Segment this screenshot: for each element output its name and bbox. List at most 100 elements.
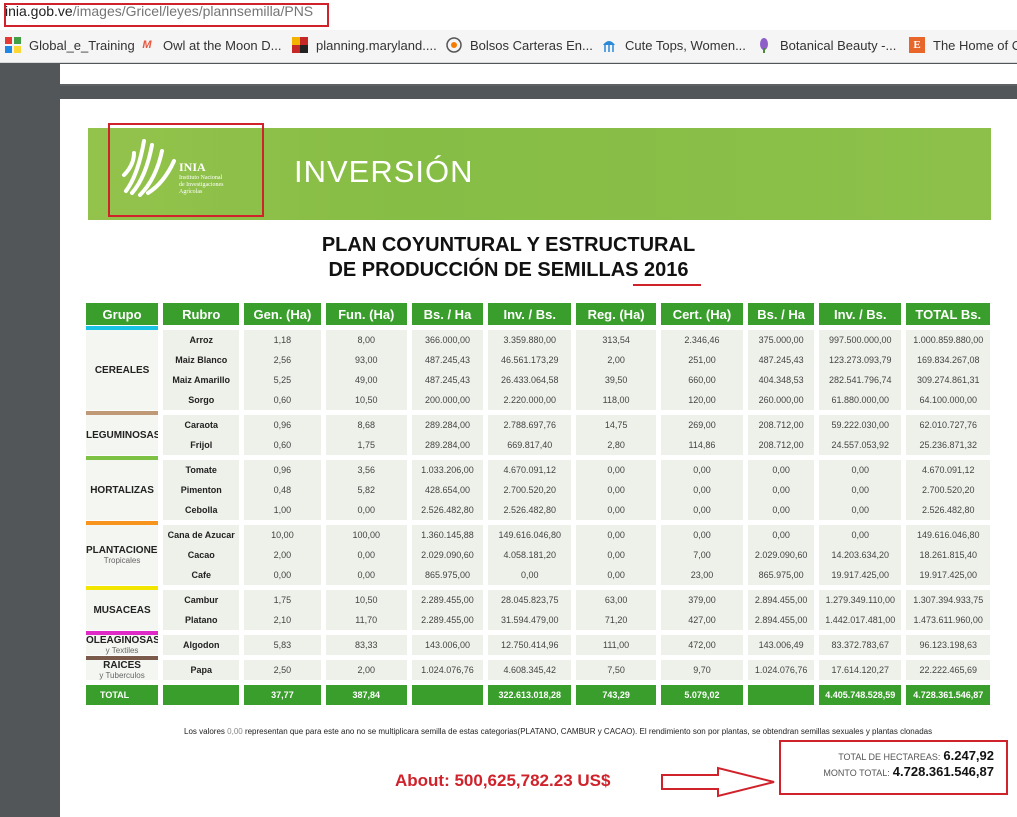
table-cell: 3,56 [325, 460, 407, 480]
table-cell: 208.712,00 [748, 415, 815, 435]
table-cell: 59.222.030,00 [819, 415, 902, 435]
table-cell: 309.274.861,31 [906, 370, 990, 390]
rubro-cell: Algodon [163, 635, 240, 655]
table-cell: 375.000,00 [748, 330, 815, 350]
jellyfish-icon [601, 37, 617, 53]
table-cell: 5,83 [244, 635, 321, 655]
table-cell: 120,00 [660, 390, 744, 410]
table-cell: 93,00 [325, 350, 407, 370]
group-color-bar [86, 655, 159, 660]
rubro-cell: Frijol [163, 435, 240, 455]
table-cell: 0,00 [748, 460, 815, 480]
bookmark-label: Global_e_Training [29, 37, 135, 53]
table-cell: 865.975,00 [411, 565, 483, 585]
total-hectareas-label: TOTAL DE HECTAREAS: [838, 752, 941, 762]
table-cell: 100,00 [325, 525, 407, 545]
table-cell: 17.614.120,27 [819, 660, 902, 680]
table-cell: 0,60 [244, 390, 321, 410]
table-cell: 49,00 [325, 370, 407, 390]
table-cell: 1.024.076,76 [411, 660, 483, 680]
table-cell: 379,00 [660, 590, 744, 610]
monto-total-label: MONTO TOTAL: [823, 768, 890, 778]
total-cell: 387,84 [325, 685, 407, 705]
bookmark-label: Bolsos Carteras En... [470, 37, 593, 53]
table-cell: 143.006,00 [411, 635, 483, 655]
table-cell: 5,25 [244, 370, 321, 390]
maryland-flag-icon [292, 37, 308, 53]
table-cell: 19.917.425,00 [906, 565, 990, 585]
table-cell: 660,00 [660, 370, 744, 390]
total-label: TOTAL [86, 685, 159, 705]
table-cell: 25.236.871,32 [906, 435, 990, 455]
bookmark-botanical-beauty[interactable]: Botanical Beauty -... [756, 30, 896, 60]
table-cell: 39,50 [576, 370, 656, 390]
group-color-bar [86, 630, 159, 635]
table-row: Maiz Amarillo 5,25 49,00 487.245,43 26.433.0… [86, 370, 990, 390]
table-cell: 0,00 [576, 500, 656, 520]
col-header: Reg. (Ha) [576, 303, 656, 325]
table-cell: 2.700.520,20 [906, 480, 990, 500]
group-color-bar [86, 520, 159, 525]
group-name: LEGUMINOSAS [86, 429, 159, 441]
table-cell: 24.557.053,92 [819, 435, 902, 455]
table-cell: 83.372.783,67 [819, 635, 902, 655]
footnote: Los valores 0,00 representan que para es… [184, 727, 932, 736]
bookmark-global-e-training[interactable]: Global_e_Training [5, 30, 135, 60]
rubro-cell: Caraota [163, 415, 240, 435]
table-cell: 289.284,00 [411, 415, 483, 435]
address-bar[interactable]: inia.gob.ve/images/Gricel/leyes/plannsem… [0, 0, 1017, 30]
table-cell: 62.010.727,76 [906, 415, 990, 435]
table-row: PLANTACIONES Tropicales Cana de Azucar 10,0… [86, 525, 990, 585]
table-cell: 19.917.425,00 [819, 565, 902, 585]
circle-logo-icon [446, 37, 462, 53]
total-cell: 4.728.361.546,87 [906, 685, 990, 705]
table-cell: 1.307.394.933,75 [906, 590, 990, 610]
total-cell: 743,29 [576, 685, 656, 705]
table-cell: 0,00 [660, 500, 744, 520]
table-cell: 313,54 [576, 330, 656, 350]
total-hectareas-line: TOTAL DE HECTAREAS: 6.247,92 [838, 748, 994, 763]
group-name: MUSACEAS [93, 604, 151, 616]
group-subname: Tropicales [103, 556, 141, 565]
bookmark-owl-at-the-moon[interactable]: M Owl at the Moon D... [139, 30, 281, 60]
table-cell: 2.526.482,80 [906, 500, 990, 520]
table-cell: 487.245,43 [411, 350, 483, 370]
table-cell: 2.700.520,20 [488, 480, 572, 500]
note-zero-value: 0,00 [227, 727, 243, 736]
table-cell: 0,00 [748, 480, 815, 500]
group-name: CEREALES [94, 364, 150, 376]
table-cell: 0,00 [576, 565, 656, 585]
table-cell: 2.526.482,80 [411, 500, 483, 520]
bookmark-cute-tops[interactable]: Cute Tops, Women... [601, 30, 746, 60]
table-cell: 26.433.064,58 [488, 370, 572, 390]
table-cell: 0,60 [244, 435, 321, 455]
table-row: CEREALES Arroz 1,18 8,00 366.000,00 3.359.880… [86, 330, 990, 410]
bookmark-the-home-of[interactable]: E The Home of Cr [909, 30, 1017, 60]
table-cell: 208.712,00 [748, 435, 815, 455]
table-cell: 8,00 [325, 330, 407, 350]
table-cell: 472,00 [660, 635, 744, 655]
table-cell: 269,00 [660, 415, 744, 435]
bookmark-planning-maryland[interactable]: planning.maryland.... [292, 30, 437, 60]
total-cell: 5.079,02 [660, 685, 744, 705]
table-cell: 2.289.455,00 [411, 590, 483, 610]
bookmark-bolsos-carteras[interactable]: Bolsos Carteras En... [446, 30, 593, 60]
m-logo-icon: M [142, 39, 152, 51]
table-cell: 61.880.000,00 [819, 390, 902, 410]
table-cell: 2.289.455,00 [411, 610, 483, 630]
bookmark-label: The Home of Cr [933, 37, 1017, 53]
col-header: TOTAL Bs. [906, 303, 990, 325]
table-row: LEGUMINOSAS Caraota 0,96 8,68 289.284,00 2.78… [86, 415, 990, 455]
table-cell: 46.561.173,29 [488, 350, 572, 370]
table-cell: 2,10 [244, 610, 321, 630]
table-cell: 0,00 [660, 460, 744, 480]
table-cell: 4.670.091,12 [488, 460, 572, 480]
table-cell: 149.616.046,80 [488, 525, 572, 545]
table-cell: 1.360.145,88 [411, 525, 483, 545]
table-cell: 2.894.455,00 [748, 590, 815, 610]
table-cell: 1.473.611.960,00 [906, 610, 990, 630]
bookmark-label: planning.maryland.... [316, 37, 437, 53]
table-row: Pimenton 0,48 5,82 428.654,00 2.700.520,20 0,… [86, 480, 990, 500]
table-cell: 169.834.267,08 [906, 350, 990, 370]
note-suffix: representan que para este ano no se mult… [242, 727, 933, 736]
